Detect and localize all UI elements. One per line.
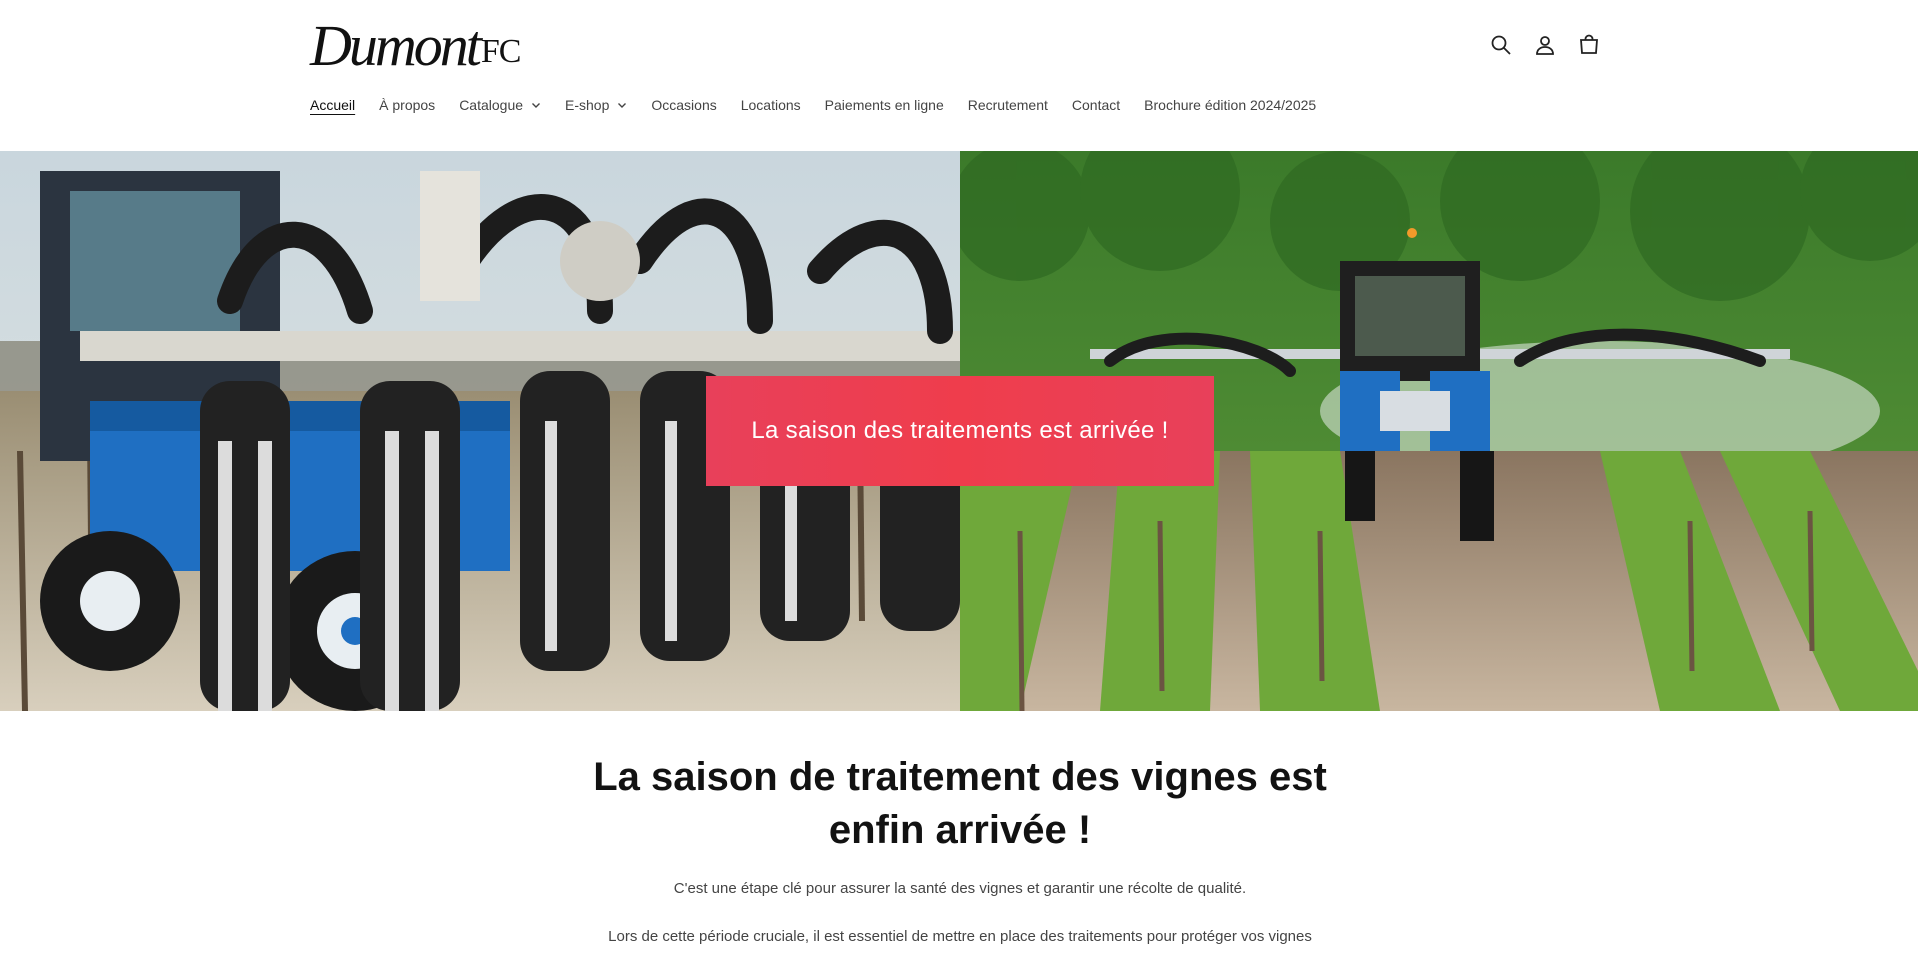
brand-logo[interactable]: Dumont FC [310,13,522,78]
site-header: Dumont FC Accueil À propos Catalogue E-s… [0,0,1918,150]
page-headline: La saison de traitement des vignes est e… [593,755,1327,852]
nav-item-occasions[interactable]: Occasions [651,97,716,113]
hero-banner-section: La saison des traitements est arrivée ! [0,151,1918,711]
header-actions [1488,32,1602,58]
hero-banner-text: La saison des traitements est arrivée ! [751,417,1169,444]
search-icon[interactable] [1488,32,1514,58]
nav-item-e-shop-label: E-shop [565,97,610,113]
nav-item-e-shop[interactable]: E-shop [565,97,627,113]
intro-text: C'est une étape clé pour assurer la sant… [673,880,1247,897]
brand-name: Dumont [310,13,482,78]
chevron-down-icon [532,103,541,108]
body-paragraph: Lors de cette période cruciale, il est e… [608,928,1312,945]
nav-item-a-propos[interactable]: À propos [379,97,435,113]
nav-item-catalogue-label: Catalogue [459,97,524,113]
nav-item-paiements[interactable]: Paiements en ligne [825,97,944,113]
chevron-down-icon [618,103,627,108]
main-nav: Accueil À propos Catalogue E-shop Occasi… [310,97,1340,113]
account-icon[interactable] [1532,32,1558,58]
nav-item-recrutement[interactable]: Recrutement [968,97,1048,113]
brand-suffix: FC [480,33,522,70]
nav-item-accueil[interactable]: Accueil [310,97,355,113]
nav-item-catalogue[interactable]: Catalogue [459,97,541,113]
hero-announcement-banner[interactable]: La saison des traitements est arrivée ! [706,376,1214,486]
nav-item-contact[interactable]: Contact [1072,97,1120,113]
cart-icon[interactable] [1576,32,1602,58]
nav-item-brochure[interactable]: Brochure édition 2024/2025 [1144,97,1316,113]
content-section: La saison de traitement des vignes est e… [0,711,1918,959]
nav-item-locations[interactable]: Locations [741,97,801,113]
